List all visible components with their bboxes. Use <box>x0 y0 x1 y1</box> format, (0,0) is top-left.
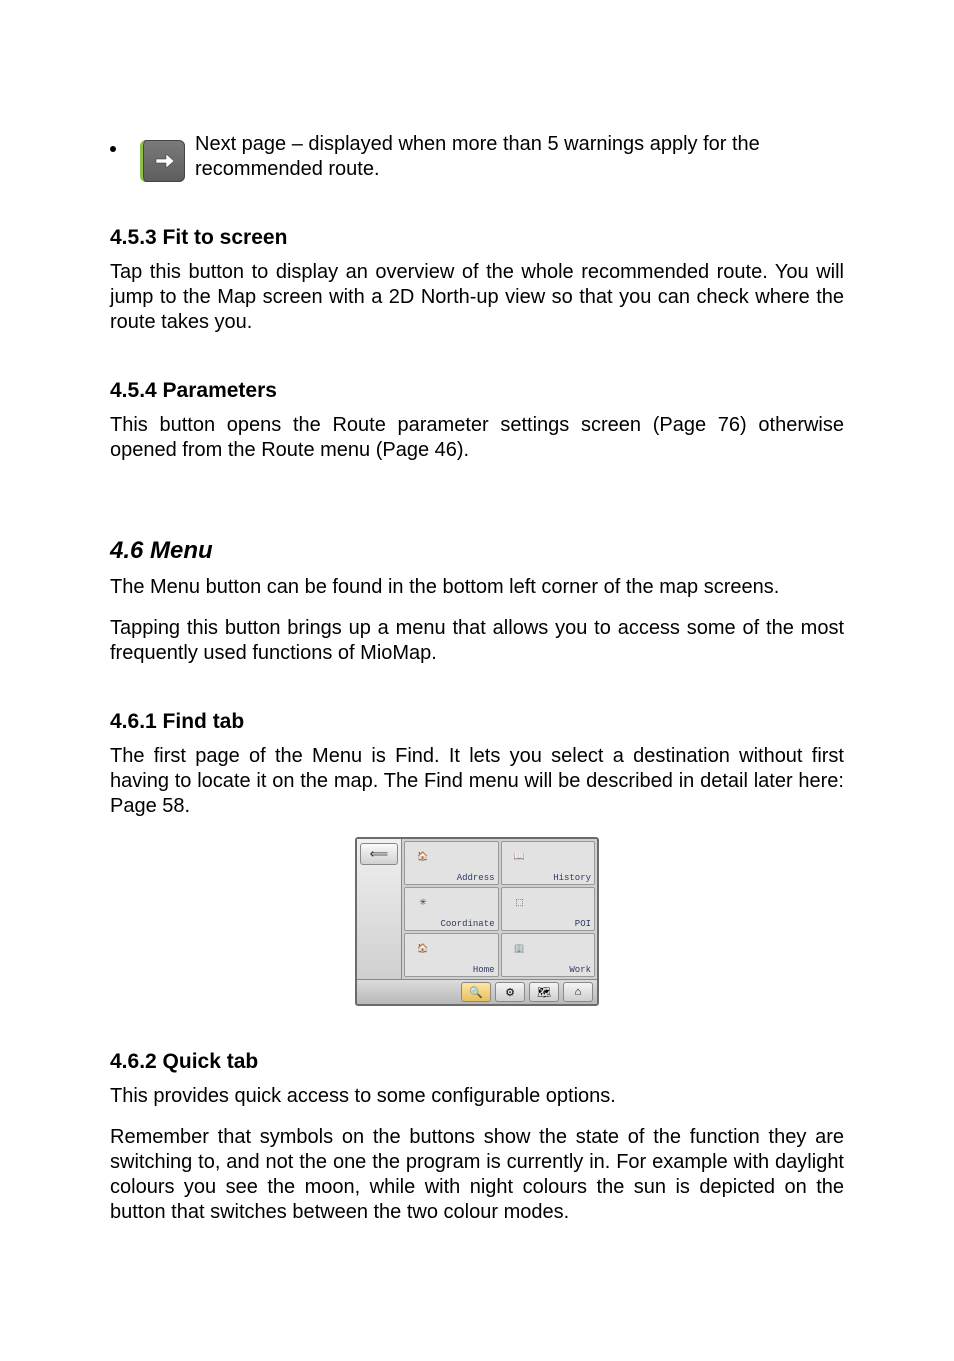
para-quick-tab-1: This provides quick access to some confi… <box>110 1084 844 1109</box>
back-button[interactable]: ⟸ <box>360 843 398 865</box>
find-side-panel: ⟸ <box>357 839 402 979</box>
cell-history[interactable]: 📖 History <box>501 841 596 885</box>
heading-quick-tab: 4.6.2 Quick tab <box>110 1050 844 1074</box>
find-grid: 🏠 Address 📖 History ✳ Coordinate ⬚ POI <box>402 839 597 979</box>
heading-find-tab: 4.6.1 Find tab <box>110 710 844 734</box>
tab-find-icon[interactable]: 🔍 <box>461 982 491 1002</box>
para-menu-2: Tapping this button brings up a menu tha… <box>110 616 844 666</box>
poi-icon: ⬚ <box>508 891 532 915</box>
bullet-dot <box>110 146 116 152</box>
cell-poi[interactable]: ⬚ POI <box>501 887 596 931</box>
find-bottom-bar: 🔍 ⚙ 🗺 ⌂ <box>357 979 597 1004</box>
coordinate-icon: ✳ <box>411 891 435 915</box>
para-menu-1: The Menu button can be found in the bott… <box>110 575 844 600</box>
heading-fit-to-screen: 4.5.3 Fit to screen <box>110 226 844 250</box>
cell-address[interactable]: 🏠 Address <box>404 841 499 885</box>
cell-label: Address <box>457 873 495 883</box>
cell-home[interactable]: 🏠 Home <box>404 933 499 977</box>
heading-menu: 4.6 Menu <box>110 537 844 565</box>
cell-label: POI <box>575 919 591 929</box>
cell-label: Coordinate <box>440 919 494 929</box>
cell-label: Home <box>473 965 495 975</box>
tab-quick-icon[interactable]: ⚙ <box>495 982 525 1002</box>
cell-label: History <box>553 873 591 883</box>
find-screenshot: ⟸ 🏠 Address 📖 History ✳ Coordinate <box>110 837 844 1006</box>
bullet-list-item: Next page – displayed when more than 5 w… <box>110 110 844 182</box>
heading-parameters: 4.5.4 Parameters <box>110 379 844 403</box>
address-icon: 🏠 <box>411 845 435 869</box>
arrow-right-icon <box>140 140 185 182</box>
bullet-text: Next page – displayed when more than 5 w… <box>195 132 844 182</box>
para-parameters: This button opens the Route parameter se… <box>110 413 844 463</box>
para-fit-to-screen: Tap this button to display an overview o… <box>110 260 844 335</box>
back-icon: ⟸ <box>370 846 389 862</box>
para-quick-tab-2: Remember that symbols on the buttons sho… <box>110 1125 844 1225</box>
home-icon: 🏠 <box>411 937 435 961</box>
history-icon: 📖 <box>508 845 532 869</box>
work-icon: 🏢 <box>508 937 532 961</box>
tab-main-icon[interactable]: ⌂ <box>563 982 593 1002</box>
cell-label: Work <box>569 965 591 975</box>
cell-work[interactable]: 🏢 Work <box>501 933 596 977</box>
tab-route-icon[interactable]: 🗺 <box>529 982 559 1002</box>
cell-coordinate[interactable]: ✳ Coordinate <box>404 887 499 931</box>
para-find-tab: The first page of the Menu is Find. It l… <box>110 744 844 819</box>
